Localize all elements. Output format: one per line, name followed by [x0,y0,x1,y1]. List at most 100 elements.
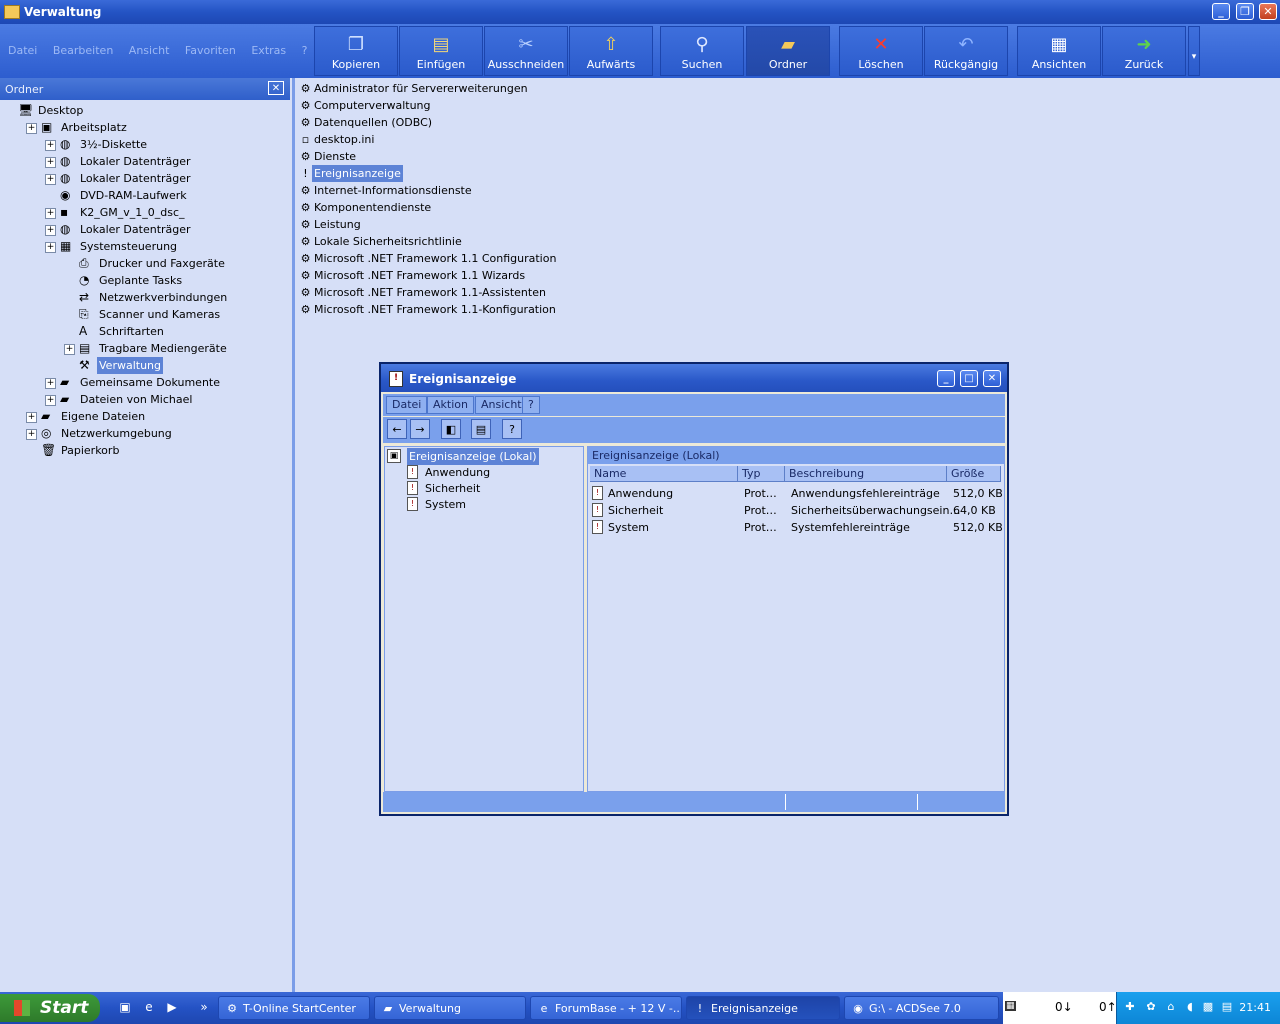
security-icon[interactable]: ✿ [1144,1000,1158,1014]
file-item[interactable]: ⚙ Computerverwaltung [296,97,596,114]
table-row[interactable]: ! Anwendung Prot… Anwendungsfehlereinträge 5… [590,485,1003,502]
tree-item-drucker-und-faxgeraete[interactable]: ⎙ Drucker und Faxgeräte [61,255,321,272]
file-item[interactable]: ⚙ Internet-Informationsdienste [296,182,596,199]
tree-item-dvd-ram-laufwerk[interactable]: ◉ DVD-RAM-Laufwerk [42,187,302,204]
ev-show-tree-button[interactable]: ◧ [441,419,461,439]
restore-button[interactable]: ❐ [1236,3,1254,20]
network-connection-icon[interactable]: ⌂ [1164,1000,1178,1014]
show-desktop-icon[interactable]: ▣ [116,998,134,1016]
start-button[interactable]: Start [0,994,100,1022]
table-row[interactable]: ! System Prot… Systemfehlereinträge 512,0 KB [590,519,1003,536]
file-item[interactable]: ⚙ Komponentendienste [296,199,596,216]
ev-menu-ansicht[interactable]: Ansicht [475,396,528,414]
delete-button[interactable]: ✕ Löschen [839,26,923,76]
expand-icon[interactable]: + [26,123,37,134]
event-viewer-close-button[interactable]: ✕ [983,370,1001,387]
taskbar-button-acdsee[interactable]: ◉ G:\ - ACDSee 7.0 [844,996,999,1020]
ev-menu-aktion[interactable]: Aktion [427,396,474,414]
file-item[interactable]: ⚙ Microsoft .NET Framework 1.1 Wizards [296,267,596,284]
tree-item-dateien-von-michael[interactable]: + ▰ Dateien von Michael [42,391,302,408]
expand-icon[interactable]: + [45,208,56,219]
column-header-name[interactable]: Name [590,466,738,482]
tree-item-gemeinsame-dokumente[interactable]: + ▰ Gemeinsame Dokumente [42,374,302,391]
table-row[interactable]: ! Sicherheit Prot… Sicherheitsüberwachungse… [590,502,1000,519]
expand-icon[interactable]: + [45,242,56,253]
expand-icon[interactable]: + [45,174,56,185]
volume-icon[interactable]: ◖ [1183,1000,1197,1014]
tree-item-arbeitsplatz[interactable]: + ▣ Arbeitsplatz [23,119,283,136]
toolbar-overflow-chevron[interactable]: ▾ [1188,26,1200,76]
expand-icon[interactable]: + [45,225,56,236]
tree-item-diskette[interactable]: + ◍ 3½-Diskette [42,136,302,153]
menu-help[interactable]: ? [302,44,308,57]
file-item[interactable]: ⚙ Microsoft .NET Framework 1.1-Konfigurat… [296,301,596,318]
media-player-icon[interactable]: ▶ [163,998,181,1016]
cut-button[interactable]: ✂ Ausschneiden [484,26,568,76]
tree-item-verwaltung[interactable]: ⚒ Verwaltung [61,357,321,374]
search-button[interactable]: ⚲ Suchen [660,26,744,76]
bluetooth-icon[interactable]: ✚ [1123,1000,1137,1014]
clock[interactable]: 21:41 [1239,1001,1271,1014]
internet-explorer-icon[interactable]: e [140,998,158,1016]
tree-item-papierkorb[interactable]: 🗑 Papierkorb [23,442,283,459]
menu-datei[interactable]: Datei [8,44,37,57]
file-item[interactable]: ⚙ Lokale Sicherheitsrichtlinie [296,233,596,250]
file-item[interactable]: ⚙ Leistung [296,216,596,233]
expand-icon[interactable]: + [45,157,56,168]
tree-item-scanner-und-kameras[interactable]: ⎘ Scanner und Kameras [61,306,321,323]
ev-forward-button[interactable]: → [410,419,430,439]
minimize-button[interactable]: _ [1212,3,1230,20]
expand-icon[interactable]: + [45,378,56,389]
tree-item-schriftarten[interactable]: A Schriftarten [61,323,321,340]
file-item[interactable]: ▫ desktop.ini [296,131,596,148]
expand-icon[interactable]: + [64,344,75,355]
quicklaunch-chevron-icon[interactable]: » [195,998,213,1016]
tree-item-systemsteuerung[interactable]: + ▦ Systemsteuerung [42,238,302,255]
taskbar-button-verwaltung[interactable]: ▰ Verwaltung [374,996,526,1020]
taskbar-button-t-online-startcenter[interactable]: ⚙ T-Online StartCenter [218,996,370,1020]
expand-icon[interactable]: + [26,412,37,423]
folders-button[interactable]: ▰ Ordner [746,26,830,76]
close-button[interactable]: ✕ [1259,3,1277,20]
column-header-typ[interactable]: Typ [738,466,785,482]
display-tray-icon[interactable]: ▤ [1220,1000,1234,1014]
views-button[interactable]: ▦ Ansichten [1017,26,1101,76]
column-header-beschreibung[interactable]: Beschreibung [785,466,947,482]
expand-icon[interactable]: + [26,429,37,440]
folder-pane-close-button[interactable]: ✕ [268,81,284,95]
event-viewer-maximize-button[interactable]: □ [960,370,978,387]
file-item[interactable]: ⚙ Microsoft .NET Framework 1.1 Configurat… [296,250,596,267]
tree-item-tragbare-mediengeraete[interactable]: + ▤ Tragbare Mediengeräte [61,340,321,357]
tree-item-geplante-tasks[interactable]: ◔ Geplante Tasks [61,272,321,289]
event-viewer-minimize-button[interactable]: _ [937,370,955,387]
copy-button[interactable]: ❐ Kopieren [314,26,398,76]
menu-bearbeiten[interactable]: Bearbeiten [53,44,113,57]
taskbar-button-ereignisanzeige[interactable]: ! Ereignisanzeige [686,996,840,1020]
menu-favoriten[interactable]: Favoriten [185,44,236,57]
app-tray-icon[interactable]: ▩ [1201,1000,1215,1014]
tree-item-lokaler-datentraeger-2[interactable]: + ◍ Lokaler Datenträger [42,170,302,187]
file-item[interactable]: ⚙ Administrator für Servererweiterungen [296,80,596,97]
menu-ansicht[interactable]: Ansicht [129,44,170,57]
tree-item-lokaler-datentraeger-3[interactable]: + ◍ Lokaler Datenträger [42,221,302,238]
expand-icon[interactable]: + [45,395,56,406]
ev-menu-help[interactable]: ? [522,396,540,414]
tree-item-netzwerkumgebung[interactable]: + ◎ Netzwerkumgebung [23,425,283,442]
file-item[interactable]: ⚙ Microsoft .NET Framework 1.1-Assistente… [296,284,596,301]
file-item[interactable]: ⚙ Datenquellen (ODBC) [296,114,596,131]
back-button[interactable]: ➜ Zurück [1102,26,1186,76]
tree-item-k2-gm[interactable]: + ▪ K2_GM_v_1_0_dsc_ [42,204,302,221]
tree-item-lokaler-datentraeger-1[interactable]: + ◍ Lokaler Datenträger [42,153,302,170]
ev-export-button[interactable]: ▤ [471,419,491,439]
menu-extras[interactable]: Extras [251,44,286,57]
tree-item-netzwerkverbindungen[interactable]: ⇄ Netzwerkverbindungen [61,289,321,306]
tree-item-eigene-dateien[interactable]: + ▰ Eigene Dateien [23,408,283,425]
undo-button[interactable]: ↶ Rückgängig [924,26,1008,76]
column-header-groesse[interactable]: Größe [947,466,1001,482]
file-item[interactable]: ⚙ Dienste [296,148,596,165]
ev-menu-datei[interactable]: Datei [386,396,428,414]
up-button[interactable]: ⇧ Aufwärts [569,26,653,76]
taskbar-button-forumbase[interactable]: e ForumBase - + 12 V -... [530,996,682,1020]
tree-item-desktop[interactable]: 🖥 Desktop [0,102,260,119]
paste-button[interactable]: ▤ Einfügen [399,26,483,76]
